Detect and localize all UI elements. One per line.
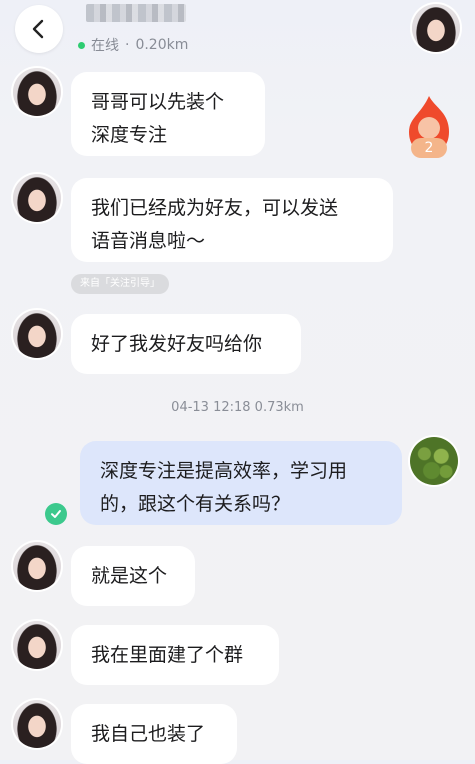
read-status: [45, 503, 67, 525]
back-button[interactable]: [15, 5, 63, 53]
source-tag: 来自「关注引导」: [71, 274, 169, 294]
contact-status: 在线 · 0.20km: [78, 35, 188, 55]
message-bubble[interactable]: 我自己也装了: [71, 704, 237, 764]
message-bubble[interactable]: 我在里面建了个群: [71, 625, 279, 685]
sender-avatar[interactable]: [13, 174, 61, 222]
chevron-left-icon: [32, 19, 44, 39]
sender-avatar[interactable]: [13, 68, 61, 116]
message-line: 深度专注: [91, 124, 168, 146]
status-text: 在线: [91, 38, 119, 54]
message-timestamp: 04-13 12:18 0.73km: [171, 400, 304, 415]
sender-avatar[interactable]: [13, 310, 61, 358]
sender-avatar[interactable]: [13, 700, 61, 748]
message-bubble[interactable]: 就是这个: [71, 546, 195, 606]
message-bubble[interactable]: 我们已经成为好友，可以发送 语音消息啦～: [71, 178, 393, 262]
contact-avatar-header[interactable]: [412, 4, 460, 52]
message-line: 的，跟这个有关系吗？: [100, 493, 291, 515]
chat-header: 在线 · 0.20km: [0, 0, 475, 62]
sender-avatar[interactable]: [13, 542, 61, 590]
message-line: 深度专注是提高效率，学习用: [100, 460, 348, 482]
my-message-bubble[interactable]: 深度专注是提高效率，学习用 的，跟这个有关系吗？: [80, 441, 402, 525]
message-line: 好了我发好友吗给你: [91, 333, 263, 355]
check-icon: [51, 510, 61, 518]
contact-name-blurred: [86, 4, 186, 22]
flame-count-badge: 2: [411, 138, 447, 158]
message-line: 我自己也装了: [91, 723, 206, 745]
message-line: 语音消息啦～: [91, 230, 206, 252]
message-line: 我们已经成为好友，可以发送: [91, 197, 339, 219]
sender-avatar[interactable]: [13, 621, 61, 669]
my-avatar[interactable]: [410, 437, 458, 485]
message-bubble[interactable]: 哥哥可以先装个 深度专注: [71, 72, 265, 156]
message-line: 就是这个: [91, 565, 168, 587]
message-line: 我在里面建了个群: [91, 644, 244, 666]
online-dot-icon: [78, 41, 85, 49]
distance-text: 0.20km: [135, 37, 189, 53]
message-bubble[interactable]: 好了我发好友吗给你: [71, 314, 301, 374]
status-separator: ·: [125, 37, 130, 53]
message-line: 哥哥可以先装个: [91, 91, 225, 113]
